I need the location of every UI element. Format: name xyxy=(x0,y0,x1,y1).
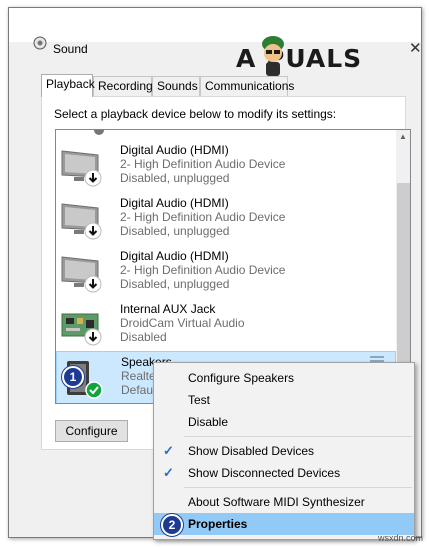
menu-item-label: Disable xyxy=(188,415,229,429)
device-item[interactable]: Digital Audio (HDMI) 2- High Definition … xyxy=(56,140,396,193)
scroll-up-icon[interactable]: ▲ xyxy=(399,132,407,141)
device-item[interactable]: Digital Audio (HDMI) 2- High Definition … xyxy=(56,193,396,246)
menu-item-show-disconnected-devices[interactable]: ✓ Show Disconnected Devices xyxy=(154,462,414,484)
menu-item-label: Properties xyxy=(188,517,248,531)
menu-item-label: Configure Speakers xyxy=(188,371,295,385)
configure-button[interactable]: Configure xyxy=(55,420,128,442)
device-item[interactable]: Internal AUX Jack DroidCam Virtual Audio… xyxy=(56,299,396,352)
instruction-text: Select a playback device below to modify… xyxy=(54,107,337,121)
menu-separator xyxy=(184,487,412,488)
device-status: Disabled, unplugged xyxy=(120,171,230,185)
device-description: 2- High Definition Audio Device xyxy=(120,210,286,224)
device-status: Defaul xyxy=(121,383,156,397)
monitor-icon xyxy=(61,256,102,293)
tab-sounds[interactable]: Sounds xyxy=(152,76,200,96)
tab-playback[interactable]: Playback xyxy=(41,74,95,97)
menu-item-label: About Software MIDI Synthesizer xyxy=(188,495,365,509)
step-badge-1: 1 xyxy=(62,366,84,388)
context-menu: Configure Speakers Test Disable ✓ Show D… xyxy=(153,362,415,540)
device-description: DroidCam Virtual Audio xyxy=(120,316,245,330)
logo-text: A PUALS xyxy=(236,44,363,73)
device-item[interactable]: Digital Audio (HDMI) 2- High Definition … xyxy=(56,246,396,299)
menu-item-label: Test xyxy=(188,393,211,407)
device-status: Disabled, unplugged xyxy=(120,224,230,238)
checkmark-icon: ✓ xyxy=(163,465,174,480)
menu-item-show-disabled-devices[interactable]: ✓ Show Disabled Devices xyxy=(154,440,414,462)
device-name: Digital Audio (HDMI) xyxy=(120,196,229,210)
watermark-text: wsxdn.com xyxy=(378,533,424,543)
appuals-logo: A PUALS xyxy=(236,34,396,80)
menu-item-test[interactable]: Test xyxy=(154,389,414,411)
menu-item-about-midi-synthesizer[interactable]: About Software MIDI Synthesizer xyxy=(154,491,414,513)
device-name: Digital Audio (HDMI) xyxy=(120,143,229,157)
device-description: 2- High Definition Audio Device xyxy=(120,263,286,277)
device-name: Internal AUX Jack xyxy=(120,302,216,316)
checkmark-icon: ✓ xyxy=(163,443,174,458)
device-description: 2- High Definition Audio Device xyxy=(120,157,286,171)
monitor-icon xyxy=(61,150,102,187)
step-badge-2: 2 xyxy=(161,514,183,536)
menu-separator xyxy=(184,436,412,437)
tab-communications[interactable]: Communications xyxy=(200,76,294,96)
device-description: Realte xyxy=(121,369,156,383)
speaker-app-icon xyxy=(33,36,47,50)
tab-recording[interactable]: Recording xyxy=(93,76,153,96)
device-name: Digital Audio (HDMI) xyxy=(120,249,229,263)
scroll-thumb[interactable] xyxy=(397,183,410,383)
menu-item-configure-speakers[interactable]: Configure Speakers xyxy=(154,367,414,389)
mascot-logo-icon xyxy=(262,36,284,76)
circuit-board-icon xyxy=(61,313,102,346)
menu-item-properties[interactable]: Properties xyxy=(154,513,414,535)
window-title: Sound xyxy=(53,42,88,56)
close-icon[interactable]: ✕ xyxy=(409,39,422,57)
device-status: Disabled xyxy=(120,330,167,344)
partial-device-icon xyxy=(94,130,104,135)
menu-item-label: Show Disconnected Devices xyxy=(188,466,341,480)
device-status: Disabled, unplugged xyxy=(120,277,230,291)
menu-item-disable[interactable]: Disable xyxy=(154,411,414,433)
monitor-icon xyxy=(61,203,102,240)
menu-item-label: Show Disabled Devices xyxy=(188,444,315,458)
